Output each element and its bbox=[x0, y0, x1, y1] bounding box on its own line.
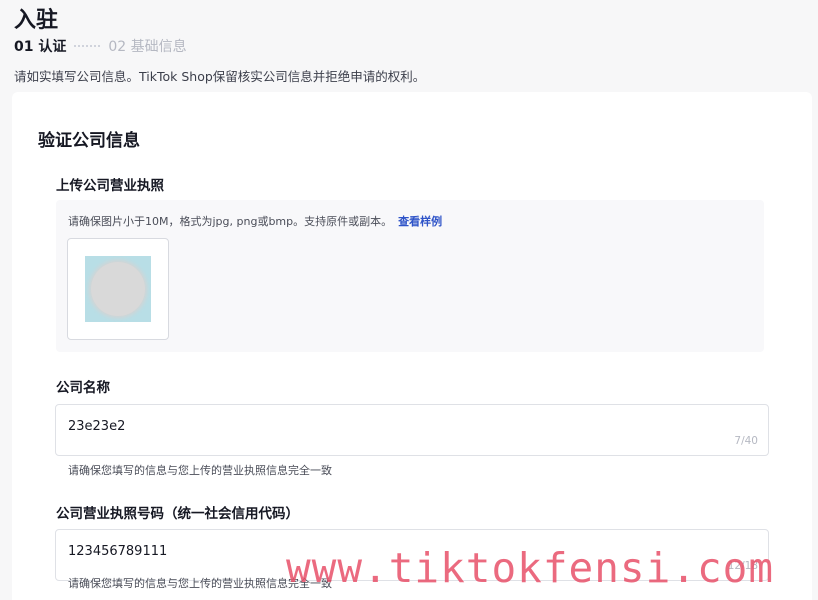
license-upload-area: 请确保图片小于10M，格式为jpg, png或bmp。支持原件或副本。 查看样例 bbox=[56, 200, 764, 352]
upload-hint: 请确保图片小于10M，格式为jpg, png或bmp。支持原件或副本。 查看样例 bbox=[68, 213, 442, 229]
company-name-value: 23e23e2 bbox=[68, 419, 126, 434]
step-2-label: 02 基础信息 bbox=[108, 39, 187, 55]
notice-text: 请如实填写公司信息。TikTok Shop保留核实公司信息并拒绝申请的权利。 bbox=[14, 69, 426, 84]
license-upload-label: 上传公司营业执照 bbox=[56, 178, 164, 194]
company-name-input[interactable]: 23e23e2 7/40 bbox=[55, 404, 769, 456]
upload-hint-text: 请确保图片小于10M，格式为jpg, png或bmp。支持原件或副本。 bbox=[68, 215, 393, 228]
view-sample-link[interactable]: 查看样例 bbox=[398, 215, 442, 228]
form-card: 验证公司信息 上传公司营业执照 请确保图片小于10M，格式为jpg, png或b… bbox=[12, 92, 812, 600]
page-title: 入驻 bbox=[14, 8, 59, 33]
company-name-label: 公司名称 bbox=[56, 380, 110, 396]
company-name-char-counter: 7/40 bbox=[734, 435, 758, 447]
step-connector bbox=[74, 45, 101, 47]
section-title: 验证公司信息 bbox=[38, 131, 140, 151]
watermark-text: www.tiktokfensi.com bbox=[286, 544, 774, 592]
uploaded-image bbox=[85, 256, 151, 322]
step-1-label: 01 认证 bbox=[14, 39, 67, 55]
license-number-label: 公司营业执照号码（统一社会信用代码） bbox=[56, 506, 299, 522]
company-name-help: 请确保您填写的信息与您上传的营业执照信息完全一致 bbox=[68, 464, 332, 477]
step-indicator: 01 认证 02 基础信息 bbox=[14, 36, 187, 56]
license-number-value: 123456789111 bbox=[68, 544, 168, 559]
license-image-thumbnail[interactable] bbox=[67, 238, 169, 340]
